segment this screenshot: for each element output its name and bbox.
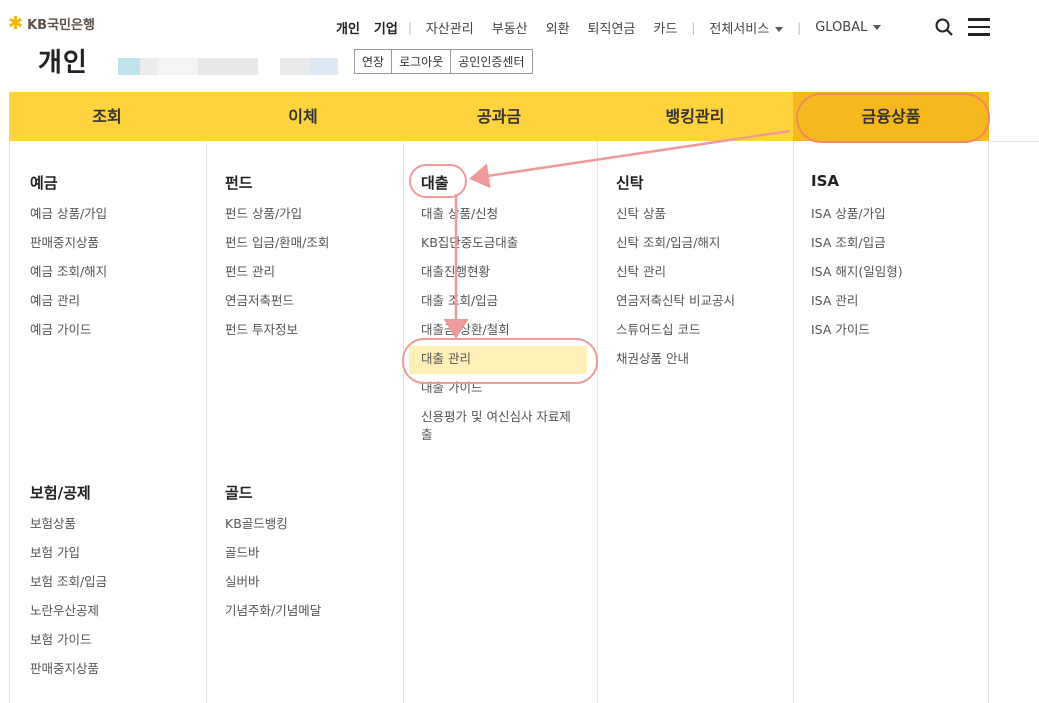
annotation-arrows: [443, 129, 791, 339]
annotation-arrow-to-loan: [469, 129, 791, 189]
